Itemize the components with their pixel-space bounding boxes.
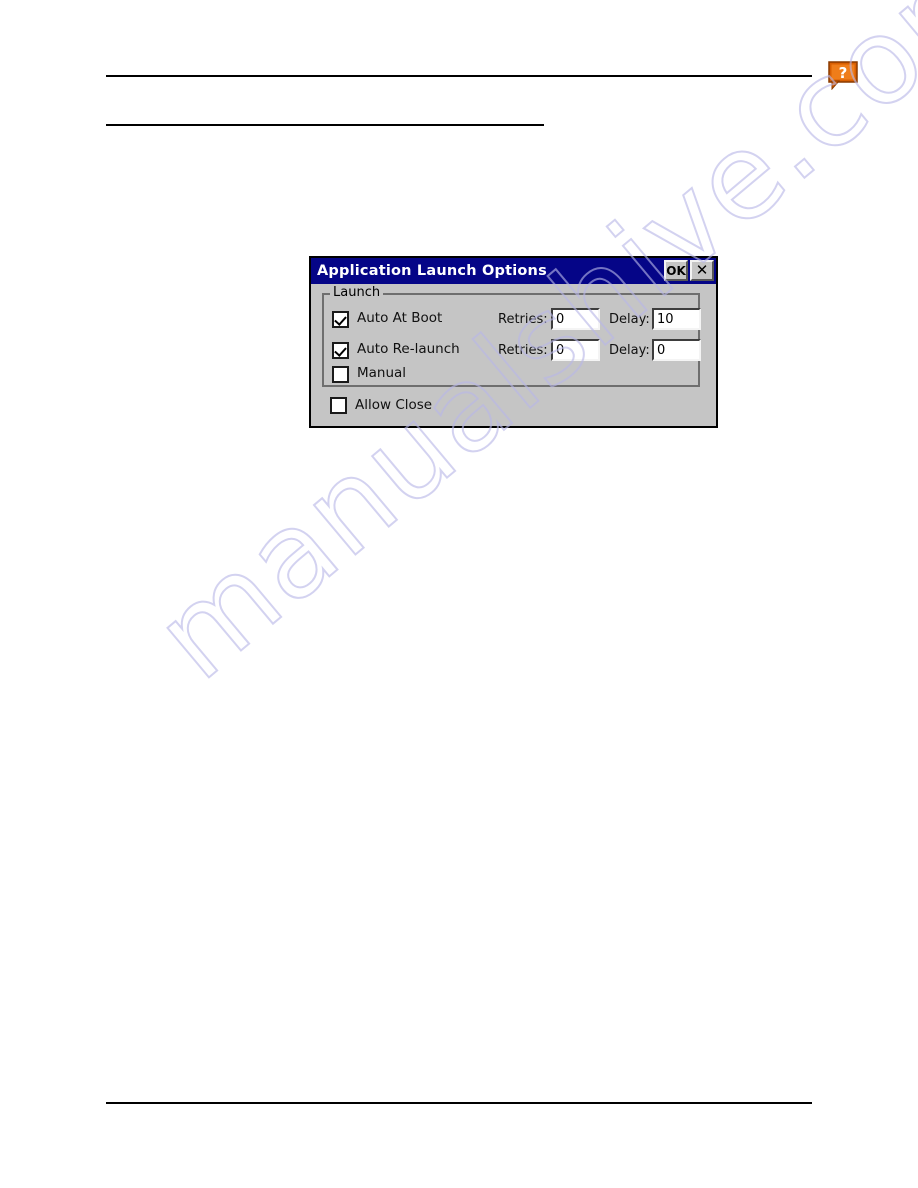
row-allow-close: Allow Close xyxy=(330,397,432,414)
label-delay-boot: Delay: xyxy=(609,312,650,327)
dialog-title: Application Launch Options xyxy=(317,262,547,279)
input-retries-relaunch[interactable]: 0 xyxy=(551,339,600,361)
input-retries-boot[interactable]: 0 xyxy=(551,308,600,330)
titlebar-buttons: OK ✕ xyxy=(664,260,714,281)
header-top-rule xyxy=(106,75,812,77)
launch-groupbox-label: Launch xyxy=(330,286,384,299)
row-manual: Manual xyxy=(332,363,406,385)
label-auto-relaunch: Auto Re-launch xyxy=(357,341,460,358)
label-retries-boot: Retries: xyxy=(498,312,548,327)
dialog-body: Launch Auto At Boot Retries: 0 Delay: 10… xyxy=(311,284,716,426)
svg-text:?: ? xyxy=(839,64,848,82)
label-allow-close: Allow Close xyxy=(355,396,433,413)
row-auto-relaunch: Auto Re-launch Retries: 0 Delay: 0 xyxy=(332,339,701,361)
help-question-icon[interactable]: ? xyxy=(828,61,858,90)
row-auto-at-boot: Auto At Boot Retries: 0 Delay: 10 xyxy=(332,308,701,330)
input-delay-relaunch[interactable]: 0 xyxy=(652,339,701,361)
checkbox-manual[interactable] xyxy=(332,365,349,383)
launch-groupbox: Launch Auto At Boot Retries: 0 Delay: 10… xyxy=(322,286,701,387)
watermark-overlay: manualshive.com xyxy=(0,0,918,1188)
label-manual: Manual xyxy=(357,365,407,382)
dialog-titlebar[interactable]: Application Launch Options OK ✕ xyxy=(311,258,716,284)
label-retries-relaunch: Retries: xyxy=(498,343,548,358)
close-icon[interactable]: ✕ xyxy=(690,260,714,281)
header-sub-rule xyxy=(106,124,544,126)
checkbox-auto-relaunch[interactable] xyxy=(332,341,349,359)
checkbox-allow-close[interactable] xyxy=(330,397,347,414)
application-launch-options-dialog: Application Launch Options OK ✕ Launch A… xyxy=(309,256,718,428)
ok-button[interactable]: OK xyxy=(664,260,688,281)
label-auto-at-boot: Auto At Boot xyxy=(357,310,443,327)
footer-rule xyxy=(106,1102,812,1104)
checkbox-auto-at-boot[interactable] xyxy=(332,310,349,328)
input-delay-boot[interactable]: 10 xyxy=(652,308,701,330)
label-delay-relaunch: Delay: xyxy=(609,343,650,358)
